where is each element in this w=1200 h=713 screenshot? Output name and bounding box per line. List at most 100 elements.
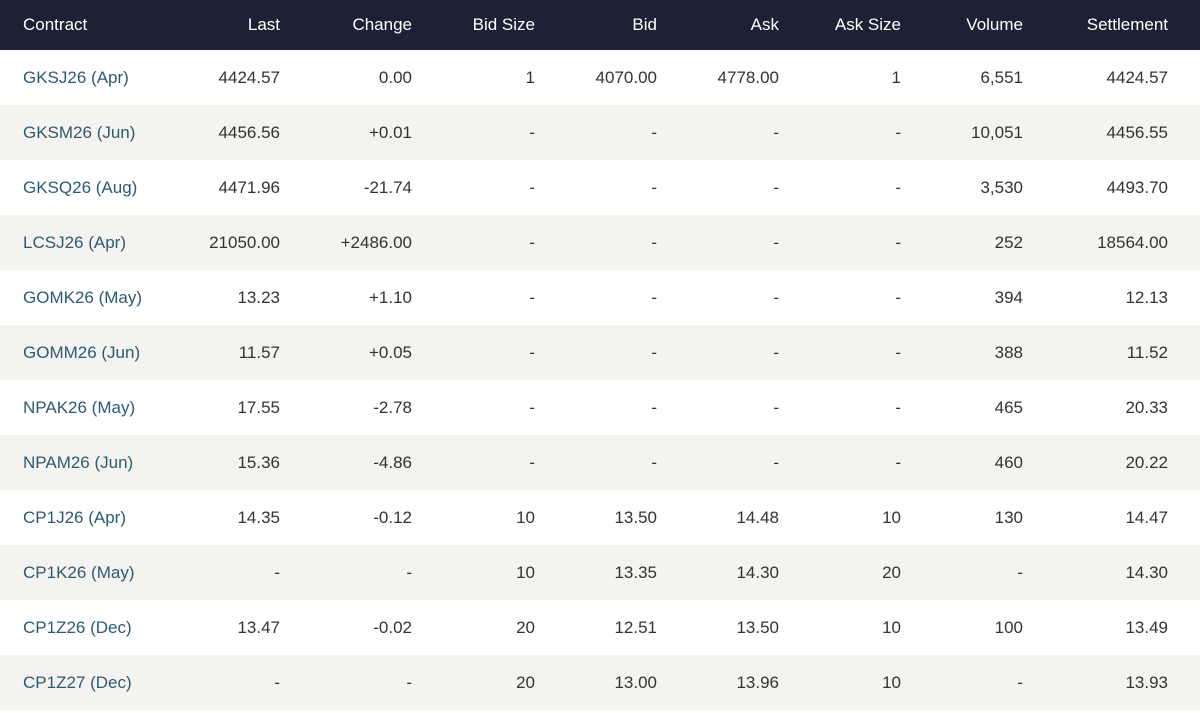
cell-bid-size: - [529,342,535,362]
cell-bid: - [651,452,657,472]
cell-ask-size: - [895,287,901,307]
cell-settlement: 4493.70 [1106,177,1168,197]
contract-link[interactable]: NPAK26 (May) [0,380,180,435]
cell-ask-size: 20 [882,562,901,582]
contract-link[interactable]: GKSJ26 (Apr) [0,50,180,105]
cell-ask: - [773,397,779,417]
column-header-settlement[interactable]: Settlement [1023,0,1200,50]
cell-ask: - [773,342,779,362]
cell-bid-size: 10 [516,507,535,527]
contract-link[interactable]: LCSJ26 (Apr) [0,215,180,270]
cell-last: - [274,672,280,692]
cell-last: 4471.96 [218,177,280,197]
cell-volume: 10,051 [971,122,1023,142]
cell-settlement: 20.33 [1125,397,1168,417]
cell-ask: - [773,122,779,142]
cell-change: -21.74 [363,177,412,197]
cell-last: - [274,562,280,582]
cell-change: -0.12 [373,507,412,527]
cell-volume: 460 [994,452,1023,472]
cell-ask-size: - [895,452,901,472]
cell-settlement: 18564.00 [1097,232,1168,252]
cell-settlement: 12.13 [1125,287,1168,307]
cell-last: 4424.57 [218,67,280,87]
table-row[interactable]: GKSJ26 (Apr) 4424.57 0.00 1 4070.00 4778.00 1 6… [0,50,1200,105]
header-row: Contract Last Change Bid Size Bid Ask As… [0,0,1200,50]
cell-bid-size: 20 [516,617,535,637]
column-header-bid[interactable]: Bid [535,0,657,50]
cell-bid: 13.50 [614,507,657,527]
cell-ask: - [773,177,779,197]
table-row[interactable]: CP1J26 (Apr) 14.35 -0.12 10 13.50 14.48 10 130 1… [0,490,1200,545]
column-header-last[interactable]: Last [180,0,280,50]
table-row[interactable]: NPAK26 (May) 17.55 -2.78 - - - - 465 20.33 [0,380,1200,435]
column-header-contract[interactable]: Contract [0,0,180,50]
contract-link[interactable]: CP1Z26 (Dec) [0,600,180,655]
cell-change: 0.00 [378,67,412,87]
cell-last: 4456.56 [218,122,280,142]
cell-ask: 13.50 [736,617,779,637]
cell-last: 17.55 [237,397,280,417]
cell-ask: 4778.00 [717,67,779,87]
table-row[interactable]: GOMM26 (Jun) 11.57 +0.05 - - - - 388 11.52 [0,325,1200,380]
cell-bid: 12.51 [614,617,657,637]
cell-change: +1.10 [368,287,412,307]
table-row[interactable]: NPAM26 (Jun) 15.36 -4.86 - - - - 460 20.22 [0,435,1200,490]
cell-change: - [406,562,412,582]
cell-bid-size: 10 [516,562,535,582]
cell-ask-size: 10 [882,672,901,692]
cell-bid-size: 20 [516,672,535,692]
table-row[interactable]: CP1Z27 (Dec) - - 20 13.00 13.96 10 - 13.93 [0,655,1200,710]
table-row[interactable]: GOMK26 (May) 13.23 +1.10 - - - - 394 12.13 [0,270,1200,325]
contract-link[interactable]: GOMM26 (Jun) [0,325,180,380]
cell-ask: 14.48 [736,507,779,527]
futures-quotes-table: Contract Last Change Bid Size Bid Ask As… [0,0,1200,710]
cell-bid: 13.35 [614,562,657,582]
cell-ask: 14.30 [736,562,779,582]
contract-link[interactable]: GOMK26 (May) [0,270,180,325]
table-row[interactable]: GKSM26 (Jun) 4456.56 +0.01 - - - - 10,051 4456.5… [0,105,1200,160]
cell-change: +0.01 [368,122,412,142]
cell-settlement: 4424.57 [1106,67,1168,87]
cell-volume: 388 [994,342,1023,362]
column-header-ask-size[interactable]: Ask Size [779,0,901,50]
contract-link[interactable]: NPAM26 (Jun) [0,435,180,490]
cell-bid-size: - [529,287,535,307]
cell-ask-size: 1 [891,67,901,87]
cell-change: -4.86 [373,452,412,472]
cell-bid: - [651,122,657,142]
cell-change: - [406,672,412,692]
contract-link[interactable]: GKSQ26 (Aug) [0,160,180,215]
table-row[interactable]: GKSQ26 (Aug) 4471.96 -21.74 - - - - 3,530 4493.7… [0,160,1200,215]
table-row[interactable]: LCSJ26 (Apr) 21050.00 +2486.00 - - - - 252 18564… [0,215,1200,270]
cell-bid-size: - [529,232,535,252]
column-header-volume[interactable]: Volume [901,0,1023,50]
cell-bid-size: - [529,452,535,472]
contract-link[interactable]: CP1K26 (May) [0,545,180,600]
cell-change: +0.05 [368,342,412,362]
cell-ask-size: - [895,177,901,197]
contract-link[interactable]: CP1Z27 (Dec) [0,655,180,710]
contract-link[interactable]: CP1J26 (Apr) [0,490,180,545]
cell-volume: 6,551 [980,67,1023,87]
cell-ask: - [773,452,779,472]
cell-bid: 4070.00 [595,67,657,87]
table-row[interactable]: CP1K26 (May) - - 10 13.35 14.30 20 - 14.30 [0,545,1200,600]
table-row[interactable]: CP1Z26 (Dec) 13.47 -0.02 20 12.51 13.50 10 100 1… [0,600,1200,655]
cell-change: +2486.00 [340,232,412,252]
cell-ask: 13.96 [736,672,779,692]
table-body: GKSJ26 (Apr) 4424.57 0.00 1 4070.00 4778.00 1 6… [0,50,1200,710]
cell-bid: - [651,397,657,417]
cell-bid: - [651,177,657,197]
cell-ask-size: - [895,397,901,417]
cell-last: 14.35 [237,507,280,527]
column-header-change[interactable]: Change [280,0,412,50]
cell-bid-size: - [529,122,535,142]
cell-change: -0.02 [373,617,412,637]
column-header-ask[interactable]: Ask [657,0,779,50]
column-header-bid-size[interactable]: Bid Size [412,0,535,50]
contract-link[interactable]: GKSM26 (Jun) [0,105,180,160]
cell-ask: - [773,232,779,252]
cell-settlement: 14.47 [1125,507,1168,527]
cell-bid: 13.00 [614,672,657,692]
